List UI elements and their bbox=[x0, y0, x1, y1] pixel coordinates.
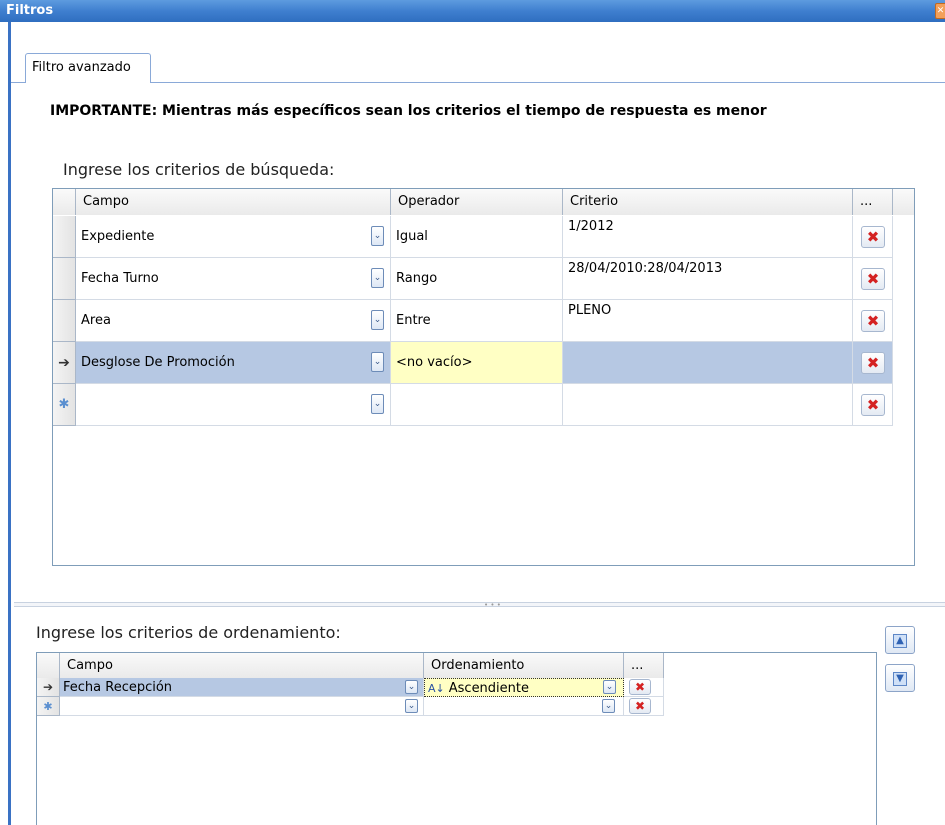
splitter-grip-icon: • • • bbox=[484, 601, 501, 609]
table-row[interactable]: Expediente ⌄ Igual 1/2012 ✖ bbox=[53, 216, 893, 258]
chevron-down-icon[interactable]: ⌄ bbox=[405, 680, 418, 694]
column-header-more[interactable]: ... bbox=[853, 189, 893, 215]
chevron-down-icon[interactable]: ⌄ bbox=[371, 226, 384, 246]
cell-criterio[interactable] bbox=[563, 384, 853, 426]
column-header-campo[interactable]: Campo bbox=[76, 189, 391, 215]
cell-delete: ✖ bbox=[853, 342, 893, 384]
table-row[interactable]: Area ⌄ Entre PLENO ✖ bbox=[53, 300, 893, 342]
grid-header-indicator bbox=[37, 653, 60, 678]
cell-criterio[interactable]: 28/04/2010:28/04/2013 bbox=[563, 258, 853, 300]
cell-delete: ✖ bbox=[624, 678, 664, 697]
window-title: Filtros bbox=[6, 3, 54, 18]
window-left-border bbox=[0, 22, 11, 825]
asterisk-icon[interactable]: ✱ bbox=[37, 697, 60, 716]
arrow-right-icon[interactable]: ➔ bbox=[37, 678, 60, 697]
red-x-icon[interactable]: ✖ bbox=[861, 352, 885, 374]
column-header-more[interactable]: ... bbox=[624, 653, 664, 678]
close-icon[interactable]: ✕ bbox=[935, 3, 945, 19]
cell-ordenamiento[interactable]: A↓ Ascendiente ⌄ bbox=[424, 678, 624, 697]
cell-campo[interactable]: Desglose De Promoción ⌄ bbox=[76, 342, 391, 384]
order-criteria-grid: Campo Ordenamiento ... ➔ Fecha Recepción… bbox=[36, 652, 877, 825]
cell-campo[interactable]: ⌄ bbox=[76, 384, 391, 426]
cell-operador[interactable]: Igual bbox=[391, 216, 563, 258]
row-indicator[interactable] bbox=[53, 300, 76, 342]
important-notice: IMPORTANTE: Mientras más específicos sea… bbox=[50, 103, 767, 119]
chevron-down-icon[interactable]: ⌄ bbox=[371, 394, 384, 414]
table-row-new[interactable]: ✱ ⌄ ✖ bbox=[53, 384, 893, 426]
move-up-button[interactable]: ▲ bbox=[885, 626, 915, 654]
chevron-down-icon[interactable]: ⌄ bbox=[602, 699, 615, 713]
column-header-campo[interactable]: Campo bbox=[60, 653, 424, 678]
red-x-icon[interactable]: ✖ bbox=[861, 310, 885, 332]
row-indicator[interactable] bbox=[53, 258, 76, 300]
cell-delete: ✖ bbox=[853, 258, 893, 300]
cell-campo-value: Expediente bbox=[81, 229, 155, 244]
cell-delete: ✖ bbox=[853, 216, 893, 258]
arrow-down-icon: ▼ bbox=[893, 672, 907, 686]
chevron-down-icon[interactable]: ⌄ bbox=[603, 680, 616, 694]
cell-delete: ✖ bbox=[853, 384, 893, 426]
tab-label: Filtro avanzado bbox=[32, 60, 131, 75]
cell-campo-value: Fecha Turno bbox=[81, 271, 159, 286]
cell-campo-value: Area bbox=[81, 313, 111, 328]
chevron-down-icon[interactable]: ⌄ bbox=[371, 268, 384, 288]
red-x-icon[interactable]: ✖ bbox=[861, 394, 885, 416]
table-row-current[interactable]: ➔ Fecha Recepción ⌄ A↓ Ascendiente ⌄ ✖ bbox=[37, 678, 664, 697]
search-criteria-grid: Campo Operador Criterio ... Expediente ⌄… bbox=[52, 188, 915, 566]
cell-operador[interactable]: <no vacío> bbox=[391, 342, 563, 384]
tab-filtro-avanzado[interactable]: Filtro avanzado bbox=[25, 53, 151, 83]
column-header-criterio[interactable]: Criterio bbox=[563, 189, 853, 215]
column-header-ordenamiento[interactable]: Ordenamiento bbox=[424, 653, 624, 678]
cell-campo[interactable]: ⌄ bbox=[60, 697, 424, 716]
table-row[interactable]: Fecha Turno ⌄ Rango 28/04/2010:28/04/201… bbox=[53, 258, 893, 300]
cell-ordenamiento[interactable]: ⌄ bbox=[424, 697, 624, 716]
row-indicator[interactable] bbox=[53, 216, 76, 258]
red-x-icon[interactable]: ✖ bbox=[629, 698, 651, 714]
move-down-button[interactable]: ▼ bbox=[885, 664, 915, 692]
cell-campo[interactable]: Fecha Recepción ⌄ bbox=[60, 678, 424, 697]
grid-header-filler bbox=[893, 189, 914, 215]
order-criteria-label: Ingrese los criterios de ordenamiento: bbox=[36, 623, 341, 642]
chevron-down-icon[interactable]: ⌄ bbox=[371, 352, 384, 372]
cell-operador[interactable]: Entre bbox=[391, 300, 563, 342]
cell-criterio[interactable]: PLENO bbox=[563, 300, 853, 342]
grid-header-indicator bbox=[53, 189, 76, 215]
cell-campo[interactable]: Area ⌄ bbox=[76, 300, 391, 342]
cell-delete: ✖ bbox=[853, 300, 893, 342]
arrow-up-icon: ▲ bbox=[893, 634, 907, 648]
cell-operador[interactable]: Rango bbox=[391, 258, 563, 300]
red-x-icon[interactable]: ✖ bbox=[861, 226, 885, 248]
cell-campo[interactable]: Expediente ⌄ bbox=[76, 216, 391, 258]
tab-strip-border bbox=[11, 82, 945, 83]
cell-campo[interactable]: Fecha Turno ⌄ bbox=[76, 258, 391, 300]
search-criteria-label: Ingrese los criterios de búsqueda: bbox=[63, 160, 335, 179]
window-titlebar: Filtros ✕ bbox=[0, 0, 945, 22]
cell-criterio[interactable]: 1/2012 bbox=[563, 216, 853, 258]
table-row-current[interactable]: ➔ Desglose De Promoción ⌄ <no vacío> ✖ bbox=[53, 342, 893, 384]
arrow-right-icon[interactable]: ➔ bbox=[53, 342, 76, 384]
table-row-new[interactable]: ✱ ⌄ ⌄ ✖ bbox=[37, 697, 664, 716]
chevron-down-icon[interactable]: ⌄ bbox=[371, 310, 384, 330]
cell-criterio[interactable] bbox=[563, 342, 853, 384]
asterisk-icon[interactable]: ✱ bbox=[53, 384, 76, 426]
panel-splitter[interactable]: • • • bbox=[14, 601, 945, 609]
cell-campo-value: Fecha Recepción bbox=[63, 680, 173, 695]
cell-campo-value: Desglose De Promoción bbox=[81, 355, 235, 370]
cell-ordenamiento-value: Ascendiente bbox=[448, 681, 529, 696]
sort-az-icon: A↓ bbox=[428, 682, 445, 695]
column-header-operador[interactable]: Operador bbox=[391, 189, 563, 215]
cell-delete: ✖ bbox=[624, 697, 664, 716]
red-x-icon[interactable]: ✖ bbox=[861, 268, 885, 290]
chevron-down-icon[interactable]: ⌄ bbox=[405, 699, 418, 713]
cell-operador[interactable] bbox=[391, 384, 563, 426]
red-x-icon[interactable]: ✖ bbox=[629, 679, 651, 695]
